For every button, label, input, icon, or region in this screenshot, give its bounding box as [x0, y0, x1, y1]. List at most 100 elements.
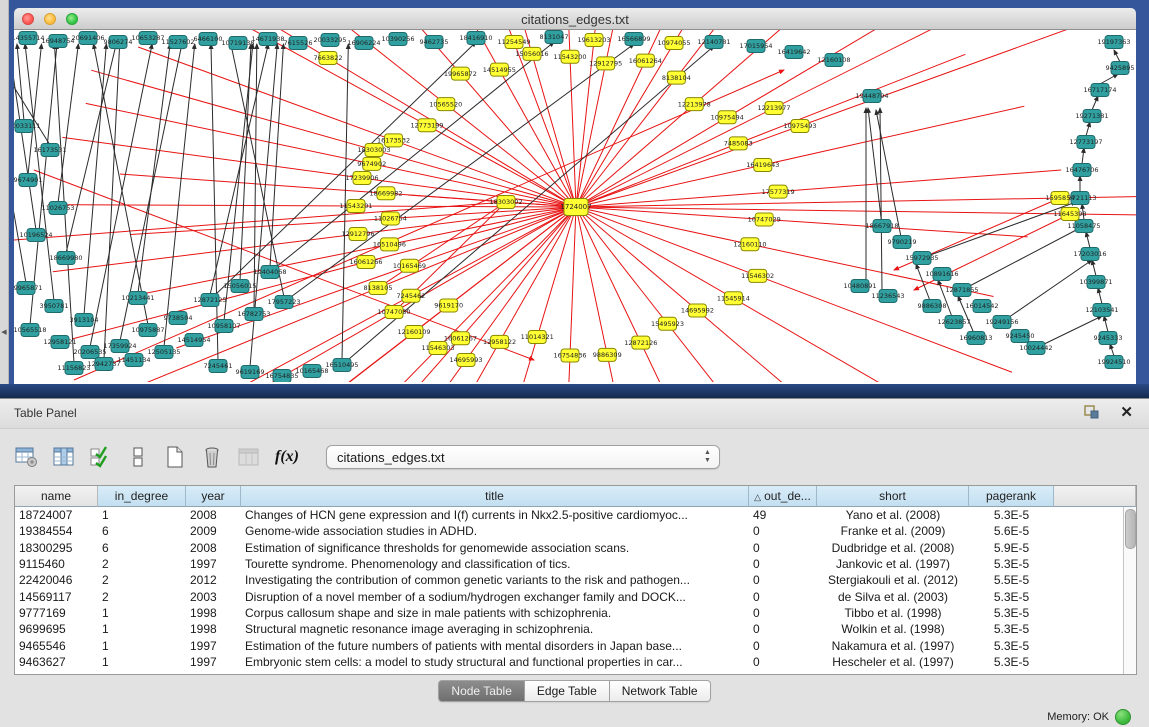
- cell[interactable]: 49: [749, 508, 817, 522]
- cell[interactable]: Disruption of a novel member of a sodium…: [241, 590, 749, 604]
- cell[interactable]: 0: [749, 524, 817, 538]
- delete-table-icon[interactable]: [199, 444, 225, 470]
- memory-status-icon[interactable]: [1115, 709, 1131, 725]
- cell[interactable]: Wolkin et al. (1998): [817, 622, 969, 636]
- cell[interactable]: Embryonic stem cells: a model to study s…: [241, 655, 749, 669]
- table-row[interactable]: 1872400712008Changes of HCN gene express…: [15, 507, 1124, 523]
- cell[interactable]: 2: [98, 573, 186, 587]
- cell[interactable]: 9115460: [15, 557, 98, 571]
- cell[interactable]: 1997: [186, 639, 241, 653]
- table-row[interactable]: 946554611997Estimation of the future num…: [15, 637, 1124, 653]
- column-header-out_de[interactable]: △out_de...: [749, 486, 817, 507]
- cell[interactable]: 5.3E-5: [969, 590, 1054, 604]
- table-row[interactable]: 1830029562008Estimation of significance …: [15, 540, 1124, 556]
- cell[interactable]: 0: [749, 639, 817, 653]
- vertical-scrollbar[interactable]: [1123, 507, 1136, 674]
- cell[interactable]: 2008: [186, 508, 241, 522]
- table-row[interactable]: 969969511998Structural magnetic resonanc…: [15, 621, 1124, 637]
- table-row[interactable]: 1938455462009Genome-wide association stu…: [15, 523, 1124, 539]
- table-row[interactable]: 911546021997Tourette syndrome. Phenomeno…: [15, 556, 1124, 572]
- cell[interactable]: 5.6E-5: [969, 524, 1054, 538]
- cell[interactable]: Investigating the contribution of common…: [241, 573, 749, 587]
- cell[interactable]: 1998: [186, 622, 241, 636]
- column-header-year[interactable]: year: [186, 486, 241, 507]
- cell[interactable]: 1997: [186, 557, 241, 571]
- cell[interactable]: 0: [749, 573, 817, 587]
- table-row[interactable]: 2242004622012Investigating the contribut…: [15, 572, 1124, 588]
- cell[interactable]: 18300295: [15, 541, 98, 555]
- cell[interactable]: 5.3E-5: [969, 508, 1054, 522]
- cell[interactable]: 2009: [186, 524, 241, 538]
- cell[interactable]: Dudbridge et al. (2008): [817, 541, 969, 555]
- cell[interactable]: 2012: [186, 573, 241, 587]
- cell[interactable]: Franke et al. (2009): [817, 524, 969, 538]
- tab-node-table[interactable]: Node Table: [438, 680, 525, 702]
- cell[interactable]: 0: [749, 606, 817, 620]
- cell[interactable]: 2003: [186, 590, 241, 604]
- cell[interactable]: 22420046: [15, 573, 98, 587]
- cell[interactable]: 5.3E-5: [969, 655, 1054, 669]
- show-columns-icon[interactable]: [51, 444, 77, 470]
- cell[interactable]: Estimation of the future numbers of pati…: [241, 639, 749, 653]
- cell[interactable]: 0: [749, 655, 817, 669]
- table-mode-icon[interactable]: [14, 444, 40, 470]
- column-header-title[interactable]: title: [241, 486, 749, 507]
- cell[interactable]: 18724007: [15, 508, 98, 522]
- cell[interactable]: 1: [98, 639, 186, 653]
- cell[interactable]: Nakamura et al. (1997): [817, 639, 969, 653]
- cell[interactable]: Yano et al. (2008): [817, 508, 969, 522]
- network-window-titlebar[interactable]: citations_edges.txt: [14, 8, 1136, 30]
- cell[interactable]: Hescheler et al. (1997): [817, 655, 969, 669]
- cell[interactable]: 1: [98, 622, 186, 636]
- column-header-short[interactable]: short: [817, 486, 969, 507]
- cell[interactable]: 2: [98, 590, 186, 604]
- cell[interactable]: 0: [749, 622, 817, 636]
- cell[interactable]: 5.3E-5: [969, 639, 1054, 653]
- network-table-select[interactable]: citations_edges.txt ▲▼: [326, 445, 720, 469]
- cell[interactable]: 1: [98, 508, 186, 522]
- cell[interactable]: Stergiakouli et al. (2012): [817, 573, 969, 587]
- table-row[interactable]: 977716911998Corpus callosum shape and si…: [15, 605, 1124, 621]
- cell[interactable]: 19384554: [15, 524, 98, 538]
- cell[interactable]: 2: [98, 557, 186, 571]
- rows-icon[interactable]: [125, 444, 151, 470]
- cell[interactable]: Corpus callosum shape and size in male p…: [241, 606, 749, 620]
- cell[interactable]: 9699695: [15, 622, 98, 636]
- left-splitter[interactable]: ◀: [0, 0, 9, 398]
- cell[interactable]: 5.5E-5: [969, 573, 1054, 587]
- cell[interactable]: 14569117: [15, 590, 98, 604]
- cell[interactable]: 0: [749, 541, 817, 555]
- float-window-icon[interactable]: [1083, 405, 1101, 421]
- select-all-icon[interactable]: [88, 444, 114, 470]
- cell[interactable]: 9463627: [15, 655, 98, 669]
- cell[interactable]: 6: [98, 541, 186, 555]
- cell[interactable]: 9777169: [15, 606, 98, 620]
- cell[interactable]: 5.9E-5: [969, 541, 1054, 555]
- cell[interactable]: Structural magnetic resonance image aver…: [241, 622, 749, 636]
- collapse-panel-icon[interactable]: ◀: [0, 328, 8, 336]
- tab-edge-table[interactable]: Edge Table: [525, 680, 610, 702]
- cell[interactable]: 0: [749, 590, 817, 604]
- cell[interactable]: 2008: [186, 541, 241, 555]
- scrollbar-thumb[interactable]: [1125, 509, 1136, 549]
- cell[interactable]: 5.3E-5: [969, 622, 1054, 636]
- function-builder-icon[interactable]: f(x): [275, 448, 299, 466]
- cell[interactable]: Tibbo et al. (1998): [817, 606, 969, 620]
- citation-network-graph[interactable]: 1435571416948754206914069806274106532871…: [14, 30, 1136, 382]
- cell[interactable]: 1998: [186, 606, 241, 620]
- close-icon[interactable]: ✕: [1120, 403, 1133, 421]
- cell[interactable]: 1: [98, 606, 186, 620]
- cell[interactable]: Changes of HCN gene expression and I(f) …: [241, 508, 749, 522]
- column-header-pagerank[interactable]: pagerank: [969, 486, 1054, 507]
- table-row[interactable]: 1456911722003Disruption of a novel membe…: [15, 588, 1124, 604]
- column-header-in_degree[interactable]: in_degree: [98, 486, 186, 507]
- cell[interactable]: 9465546: [15, 639, 98, 653]
- column-header-name[interactable]: name: [15, 486, 98, 507]
- new-table-icon[interactable]: [162, 444, 188, 470]
- cell[interactable]: 1: [98, 655, 186, 669]
- cell[interactable]: de Silva et al. (2003): [817, 590, 969, 604]
- cell[interactable]: 5.3E-5: [969, 557, 1054, 571]
- tab-network-table[interactable]: Network Table: [610, 680, 711, 702]
- cell[interactable]: Tourette syndrome. Phenomenology and cla…: [241, 557, 749, 571]
- table-row[interactable]: 946362711997Embryonic stem cells: a mode…: [15, 654, 1124, 670]
